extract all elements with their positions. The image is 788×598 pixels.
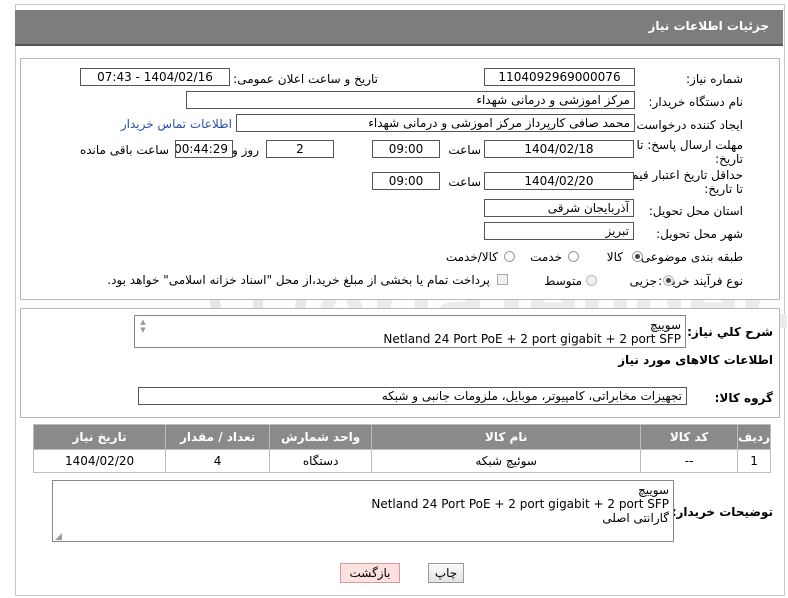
category-radio-both[interactable] — [504, 251, 515, 262]
cell-date: 1404/02/20 — [32, 449, 167, 473]
category-radio-goods[interactable] — [632, 251, 643, 262]
scroll-up-icon[interactable]: ▲ — [140, 318, 145, 326]
need-number-label: شماره نیاز: — [686, 72, 743, 86]
process-option-medium: متوسط — [544, 274, 582, 288]
buyer-notes-line-3: گارانتی اصلی — [602, 511, 669, 525]
public-date-field[interactable]: 1404/02/16 - 07:43 — [80, 68, 230, 86]
validity-label: حداقل تاریخ اعتبار قیمت: — [616, 168, 743, 182]
need-number-field[interactable]: 1104092969000076 — [484, 68, 635, 86]
cell-unit: دستگاه — [269, 449, 373, 473]
col-qty: تعداد / مقدار — [165, 424, 271, 450]
requester-label: ایجاد کننده درخواست: — [632, 118, 743, 132]
validity-date-field[interactable]: 1404/02/20 — [484, 172, 634, 190]
validity-time-field[interactable]: 09:00 — [372, 172, 440, 190]
city-field[interactable]: تبریز — [484, 222, 634, 240]
deadline-label-2: تاریخ: — [715, 152, 743, 166]
buyer-notes-line-1: سوییچ — [638, 483, 669, 497]
process-radio-medium[interactable] — [586, 275, 597, 286]
category-radio-service[interactable] — [568, 251, 579, 262]
goods-section-title: اطلاعات کالاهای مورد نیاز — [618, 353, 773, 367]
col-code: کد کالا — [640, 424, 739, 450]
col-row: ردیف — [737, 424, 771, 450]
scroll-down-icon[interactable]: ▼ — [140, 326, 145, 334]
page-header: جزئیات اطلاعات نیاز — [15, 10, 783, 46]
process-radio-minor[interactable] — [663, 275, 674, 286]
buyer-contact-link[interactable]: اطلاعات تماس خریدار — [121, 117, 232, 131]
days-label: روز و — [232, 143, 259, 157]
buyer-notes-textarea[interactable]: سوییچ Netland 24 Port PoE + 2 port gigab… — [52, 480, 674, 542]
category-label: طبقه بندی موضوعی: — [636, 250, 743, 264]
goods-group-field[interactable]: تجهیزات مخابراتی، کامپیوتر، موبایل، ملزو… — [138, 387, 687, 405]
province-label: استان محل تحویل: — [648, 204, 743, 218]
items-table-header: ردیف کد کالا نام کالا واحد شمارش تعداد /… — [32, 424, 771, 450]
treasury-checkbox[interactable] — [497, 274, 508, 285]
resize-handle-icon[interactable]: ◢ — [55, 532, 62, 542]
public-date-label: تاریخ و ساعت اعلان عمومی: — [233, 72, 378, 86]
description-line-1: سوییچ — [650, 318, 681, 332]
category-option-service: خدمت — [530, 250, 562, 264]
buyer-notes-label: توضیحات خریدار: — [671, 505, 773, 519]
remaining-time-field[interactable]: 00:44:29 — [175, 140, 233, 158]
goods-group-label: گروه کالا: — [714, 391, 773, 405]
process-option-minor: جزیی — [629, 274, 657, 288]
description-scrollbar[interactable]: ▲ ▼ — [137, 318, 149, 334]
col-name: نام کالا — [371, 424, 642, 450]
deadline-label: مهلت ارسال پاسخ: تا — [636, 138, 743, 152]
deadline-time-label: ساعت — [448, 143, 481, 157]
city-label: شهر محل تحویل: — [656, 227, 743, 241]
remaining-time-label: ساعت باقی مانده — [79, 143, 169, 157]
table-row[interactable]: 1 -- سوئیچ شبکه دستگاه 4 1404/02/20 — [32, 449, 771, 473]
days-field[interactable]: 2 — [266, 140, 334, 158]
description-line-2: Netland 24 Port PoE + 2 port gigabit + 2… — [383, 332, 681, 346]
validity-label-2: تا تاریخ: — [704, 182, 743, 196]
validity-time-label: ساعت — [448, 175, 481, 189]
back-button[interactable]: بازگشت — [340, 563, 400, 583]
items-table: ردیف کد کالا نام کالا واحد شمارش تعداد /… — [32, 424, 771, 473]
category-option-goods: کالا — [606, 250, 623, 264]
province-field[interactable]: آذربایجان شرقی — [484, 199, 634, 217]
print-button[interactable]: چاپ — [428, 563, 464, 583]
buyer-notes-line-2: Netland 24 Port PoE + 2 port gigabit + 2… — [371, 497, 669, 511]
buyer-org-field[interactable]: مرکز اموزشی و درمانی شهداء — [186, 91, 635, 109]
cell-row: 1 — [737, 449, 771, 473]
col-date: تاریخ نیاز — [32, 424, 167, 450]
col-unit: واحد شمارش — [269, 424, 373, 450]
deadline-date-field[interactable]: 1404/02/18 — [484, 140, 634, 158]
cell-name: سوئیچ شبکه — [371, 449, 642, 473]
deadline-time-field[interactable]: 09:00 — [372, 140, 440, 158]
payment-note: پرداخت تمام یا بخشی از مبلغ خرید،از محل … — [107, 273, 490, 287]
cell-qty: 4 — [165, 449, 271, 473]
cell-code: -- — [640, 449, 739, 473]
requester-field[interactable]: محمد صافی کارپرداز مرکز اموزشی و درمانی … — [236, 114, 635, 132]
page-title: جزئیات اطلاعات نیاز — [648, 19, 769, 33]
buyer-org-label: نام دستگاه خریدار: — [648, 95, 744, 109]
description-textarea[interactable]: سوییچ Netland 24 Port PoE + 2 port gigab… — [134, 315, 686, 348]
description-label: شرح کلي نياز: — [687, 325, 773, 339]
category-option-both: کالا/خدمت — [445, 250, 498, 264]
